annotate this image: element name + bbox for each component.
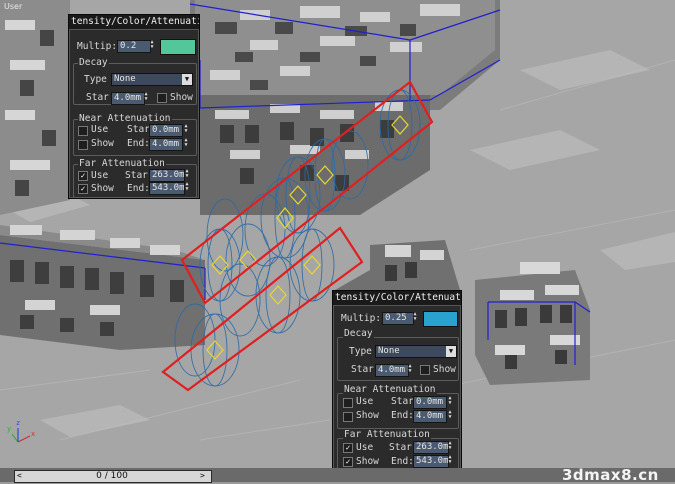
near-end-label: End: (127, 138, 150, 149)
near-end-arrows[interactable]: ▲ ▼ (183, 138, 189, 149)
decay-type-value: None (114, 74, 136, 84)
near-use-label: Use (356, 396, 374, 407)
near-start-label: Star (391, 396, 414, 407)
building-block-left-top (0, 0, 70, 215)
decay-type-value: None (378, 346, 400, 356)
multiplier-spinner[interactable]: 0.2 (117, 40, 151, 53)
decay-start-arrows[interactable]: ▲ ▼ (143, 92, 149, 103)
near-start-arrows[interactable]: ▲ ▼ (447, 396, 453, 407)
decay-show-checkbox[interactable] (420, 365, 430, 375)
multiplier-label: Multip: (341, 313, 382, 324)
dropdown-arrow-icon[interactable]: ▼ (182, 74, 192, 85)
rollout-title[interactable]: tensity/Color/Attenuati (333, 291, 461, 306)
decay-start-spinner[interactable]: 4.0mm (375, 364, 409, 377)
viewport-label[interactable]: User (4, 2, 22, 11)
near-attenuation-label: Near Attenuation (343, 384, 437, 395)
far-attenuation-label: Far Attenuation (78, 158, 166, 169)
far-start-label: Star (125, 170, 148, 181)
far-end-label: End: (391, 456, 414, 467)
near-start-spinner[interactable]: 0.0mm (413, 396, 447, 409)
time-slider-readout: 0 / 100 (96, 471, 128, 481)
building-right (475, 262, 591, 385)
watermark: 3dmax8.cn (562, 466, 659, 484)
decay-start-arrows[interactable]: ▲ ▼ (407, 364, 413, 375)
decay-type-select[interactable]: None ▼ (375, 345, 457, 358)
decay-show-checkbox[interactable] (157, 93, 167, 103)
near-show-label: Show (356, 410, 379, 421)
near-end-label: End: (391, 410, 414, 421)
near-attenuation-label: Near Attenuation (78, 113, 172, 124)
decay-show-label: Show (433, 364, 456, 375)
axis-y-label: y (7, 425, 12, 433)
time-next-button[interactable]: > (200, 470, 205, 482)
decay-label: Decay (78, 57, 109, 68)
decay-start-label: Star (351, 364, 374, 375)
near-end-arrows[interactable]: ▲ ▼ (447, 410, 453, 421)
multiplier-spinner-arrows[interactable]: ▲ ▼ (412, 312, 418, 323)
light-color-swatch[interactable] (423, 311, 458, 327)
near-show-checkbox[interactable] (78, 140, 88, 150)
decay-start-label: Star (86, 92, 109, 103)
near-show-checkbox[interactable] (343, 412, 353, 422)
far-show-checkbox[interactable]: ✓ (78, 184, 88, 194)
axis-x-label: x (31, 430, 36, 438)
light-rollout-panel-bottom: tensity/Color/Attenuati Multip: 0.25 ▲ ▼ … (332, 290, 462, 475)
far-use-label: Use (356, 442, 374, 453)
far-end-arrows[interactable]: ▲ ▼ (184, 182, 190, 193)
far-end-spinner[interactable]: 543.0m (149, 182, 185, 195)
far-use-label: Use (91, 170, 109, 181)
decay-start-spinner[interactable]: 4.0mm (111, 92, 145, 105)
near-show-label: Show (91, 138, 114, 149)
far-start-spinner[interactable]: 263.0m (413, 441, 449, 454)
near-start-label: Star (127, 124, 150, 135)
far-end-label: End: (127, 183, 150, 194)
far-show-label: Show (356, 456, 379, 467)
near-start-spinner[interactable]: 0.0mm (149, 124, 183, 137)
far-end-spinner[interactable]: 543.0m (413, 455, 449, 468)
decay-label: Decay (343, 328, 374, 339)
multiplier-spinner[interactable]: 0.25 (382, 312, 414, 325)
far-attenuation-label: Far Attenuation (343, 429, 431, 440)
far-show-label: Show (91, 183, 114, 194)
far-show-checkbox[interactable]: ✓ (343, 457, 353, 467)
near-end-spinner[interactable]: 4.0mm (413, 410, 447, 423)
far-start-spinner[interactable]: 263.0m (149, 169, 185, 182)
far-start-label: Star (389, 442, 412, 453)
far-start-arrows[interactable]: ▲ ▼ (447, 441, 453, 452)
building-block-top (190, 0, 500, 110)
multiplier-label: Multip: (77, 41, 118, 52)
near-use-label: Use (91, 124, 109, 135)
far-use-checkbox[interactable]: ✓ (343, 443, 353, 453)
decay-type-select[interactable]: None ▼ (111, 73, 193, 86)
decay-type-label: Type (84, 74, 107, 85)
near-end-spinner[interactable]: 4.0mm (149, 138, 183, 151)
decay-show-label: Show (170, 92, 193, 103)
near-use-checkbox[interactable] (78, 126, 88, 136)
far-start-arrows[interactable]: ▲ ▼ (184, 169, 190, 180)
light-rollout-panel-top: tensity/Color/Attenuati Multip: 0.2 ▲ ▼ D… (68, 14, 200, 199)
rollout-title[interactable]: tensity/Color/Attenuati (69, 15, 199, 30)
far-end-arrows[interactable]: ▲ ▼ (447, 455, 453, 466)
decay-type-label: Type (349, 346, 372, 357)
near-use-checkbox[interactable] (343, 398, 353, 408)
near-start-arrows[interactable]: ▲ ▼ (183, 124, 189, 135)
dropdown-arrow-icon[interactable]: ▼ (446, 346, 456, 357)
light-color-swatch[interactable] (160, 39, 196, 55)
axis-z-label: z (16, 419, 21, 427)
multiplier-spinner-arrows[interactable]: ▲ ▼ (149, 40, 155, 51)
far-use-checkbox[interactable]: ✓ (78, 171, 88, 181)
